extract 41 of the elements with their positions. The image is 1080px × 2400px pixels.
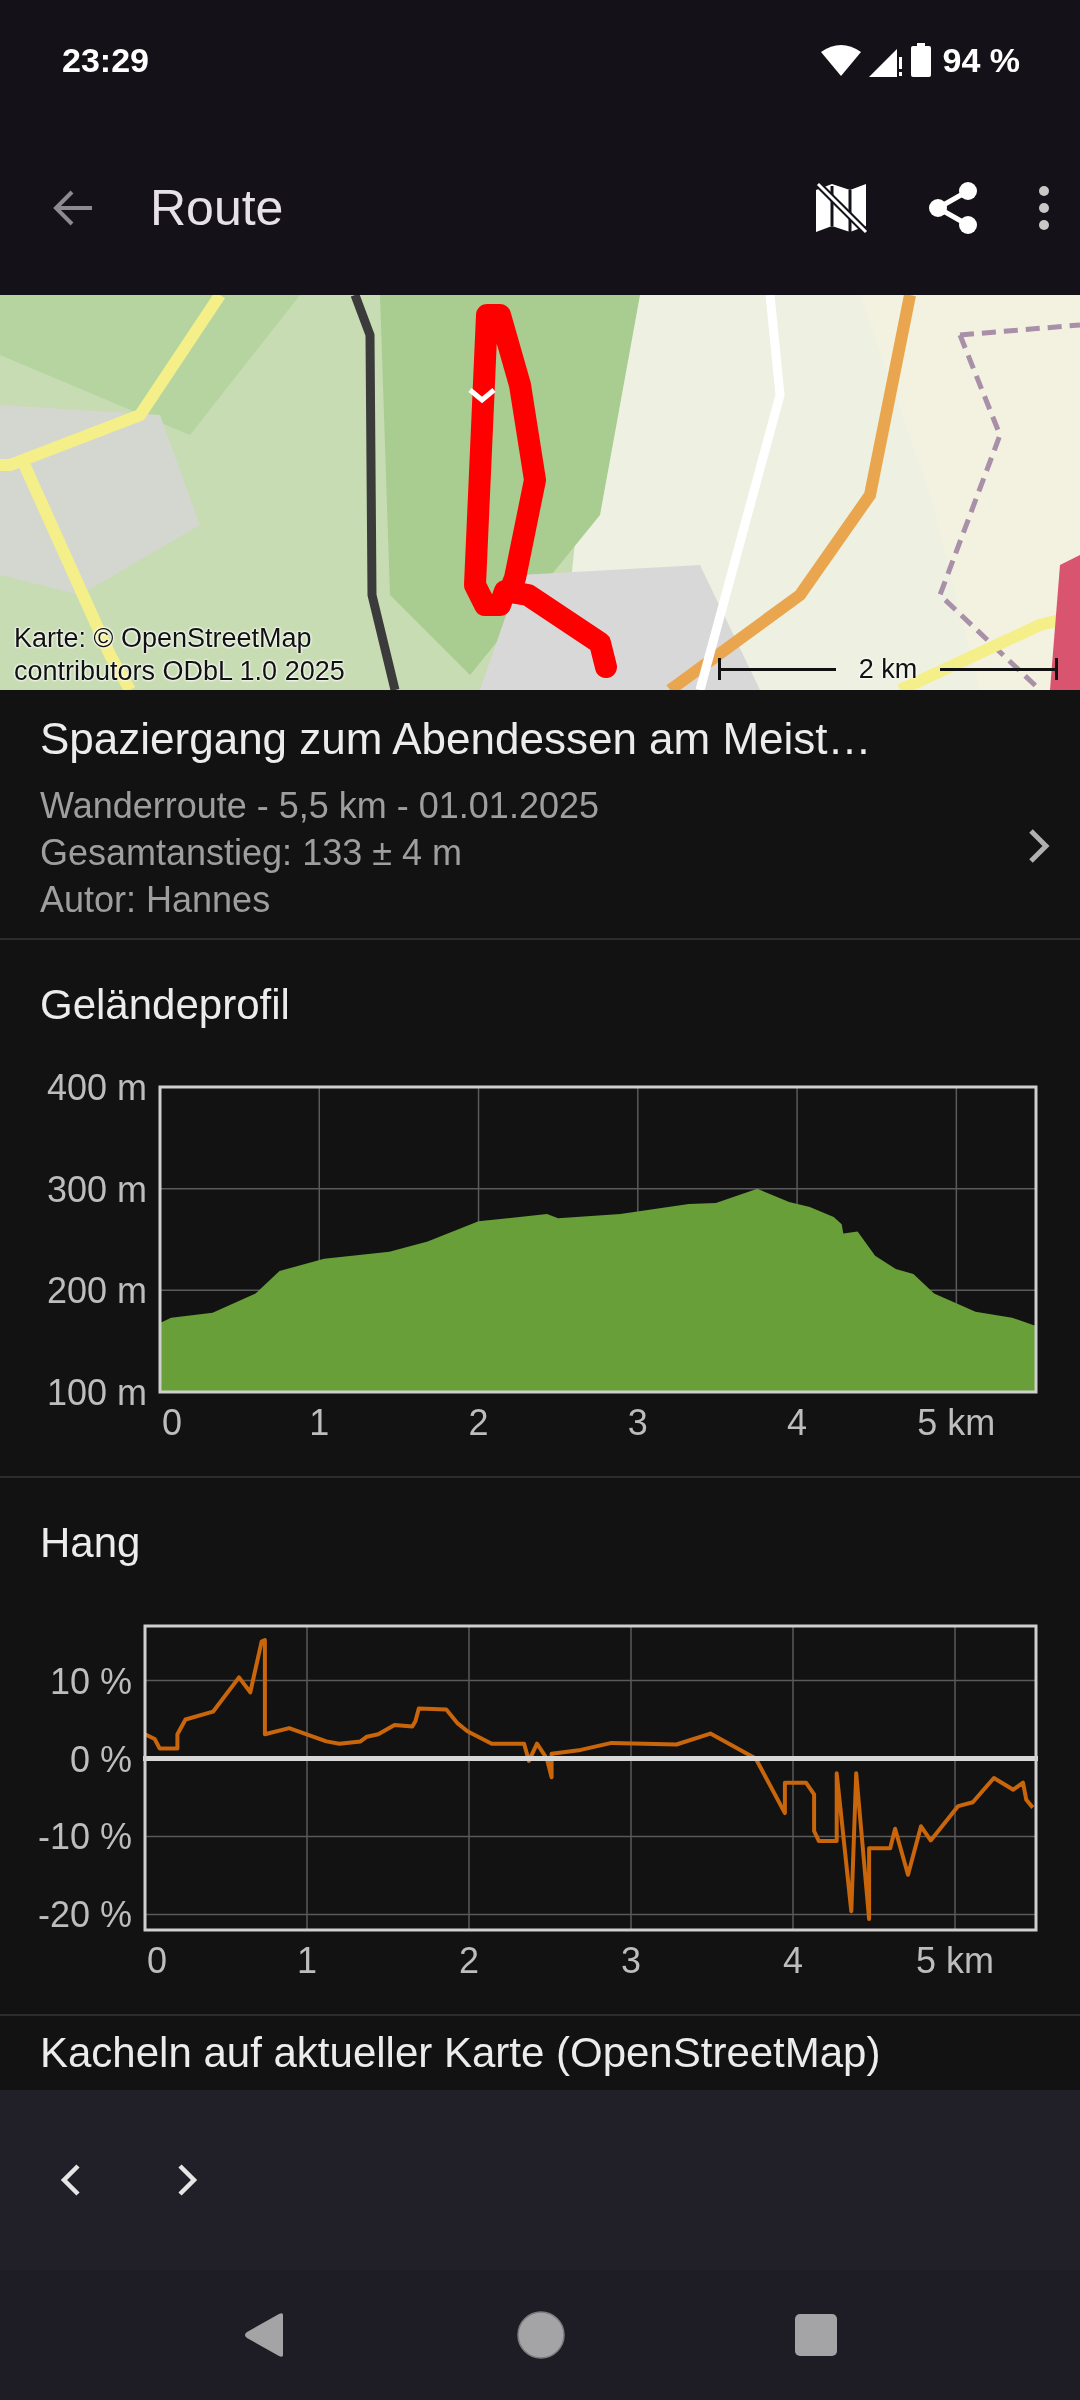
chevron-left-icon: [60, 2163, 82, 2197]
chevron-right-icon: [176, 2163, 198, 2197]
axis-label: 0: [162, 1402, 183, 1443]
more-icon: [1038, 184, 1050, 231]
route-title: Spaziergang zum Abendessen am Meist…: [40, 713, 873, 765]
author-text: Autor: Hannes: [40, 878, 272, 922]
chevron-right-icon[interactable]: [1028, 828, 1050, 864]
axis-label: 4: [783, 1940, 803, 1981]
axis-label: 0: [147, 1940, 168, 1981]
axis-label: 1: [309, 1402, 330, 1443]
axis-label: 100 m: [46, 1372, 147, 1413]
section-title: Kacheln auf aktueller Karte (OpenStreetMap): [39, 2028, 882, 2078]
map-attribution: Karte: © OpenStreetMap: [14, 622, 313, 655]
axis-label: 2: [459, 1940, 479, 1981]
axis-label: 10 %: [49, 1660, 132, 1702]
wifi-icon: [820, 44, 861, 76]
axis-label: 1: [297, 1940, 317, 1981]
axis-label: 4: [787, 1402, 808, 1443]
share-icon: [928, 180, 978, 235]
axis-label: 300 m: [46, 1168, 147, 1210]
axis-label: 400 m: [46, 1067, 147, 1108]
section-title: Hang: [39, 1518, 142, 1568]
axis-label: -10 %: [37, 1816, 132, 1858]
map-off-icon: [814, 181, 868, 234]
axis-label: 5 km: [917, 1402, 996, 1443]
screen-title: Route: [150, 178, 285, 237]
axis-label: 3: [621, 1940, 641, 1981]
home-icon[interactable]: [517, 2311, 565, 2359]
clock: 23:29: [62, 40, 150, 80]
route-summary: Wanderroute - 5,5 km - 01.01.2025: [40, 784, 600, 828]
axis-label: 3: [627, 1402, 648, 1443]
map-attribution: contributors ODbL 1.0 2025: [14, 655, 345, 688]
battery-level: 94 %: [942, 40, 1020, 80]
axis-label: -20 %: [37, 1894, 132, 1936]
section-title: Geländeprofil: [39, 980, 291, 1030]
battery-icon: [910, 43, 931, 77]
axis-label: 0 %: [69, 1738, 132, 1780]
axis-label: 200 m: [46, 1270, 147, 1312]
axis-label: 2: [468, 1402, 489, 1443]
ascent-text: Gesamtanstieg: 133 ± 4 m: [40, 831, 463, 875]
axis-label: 5 km: [916, 1940, 994, 1981]
